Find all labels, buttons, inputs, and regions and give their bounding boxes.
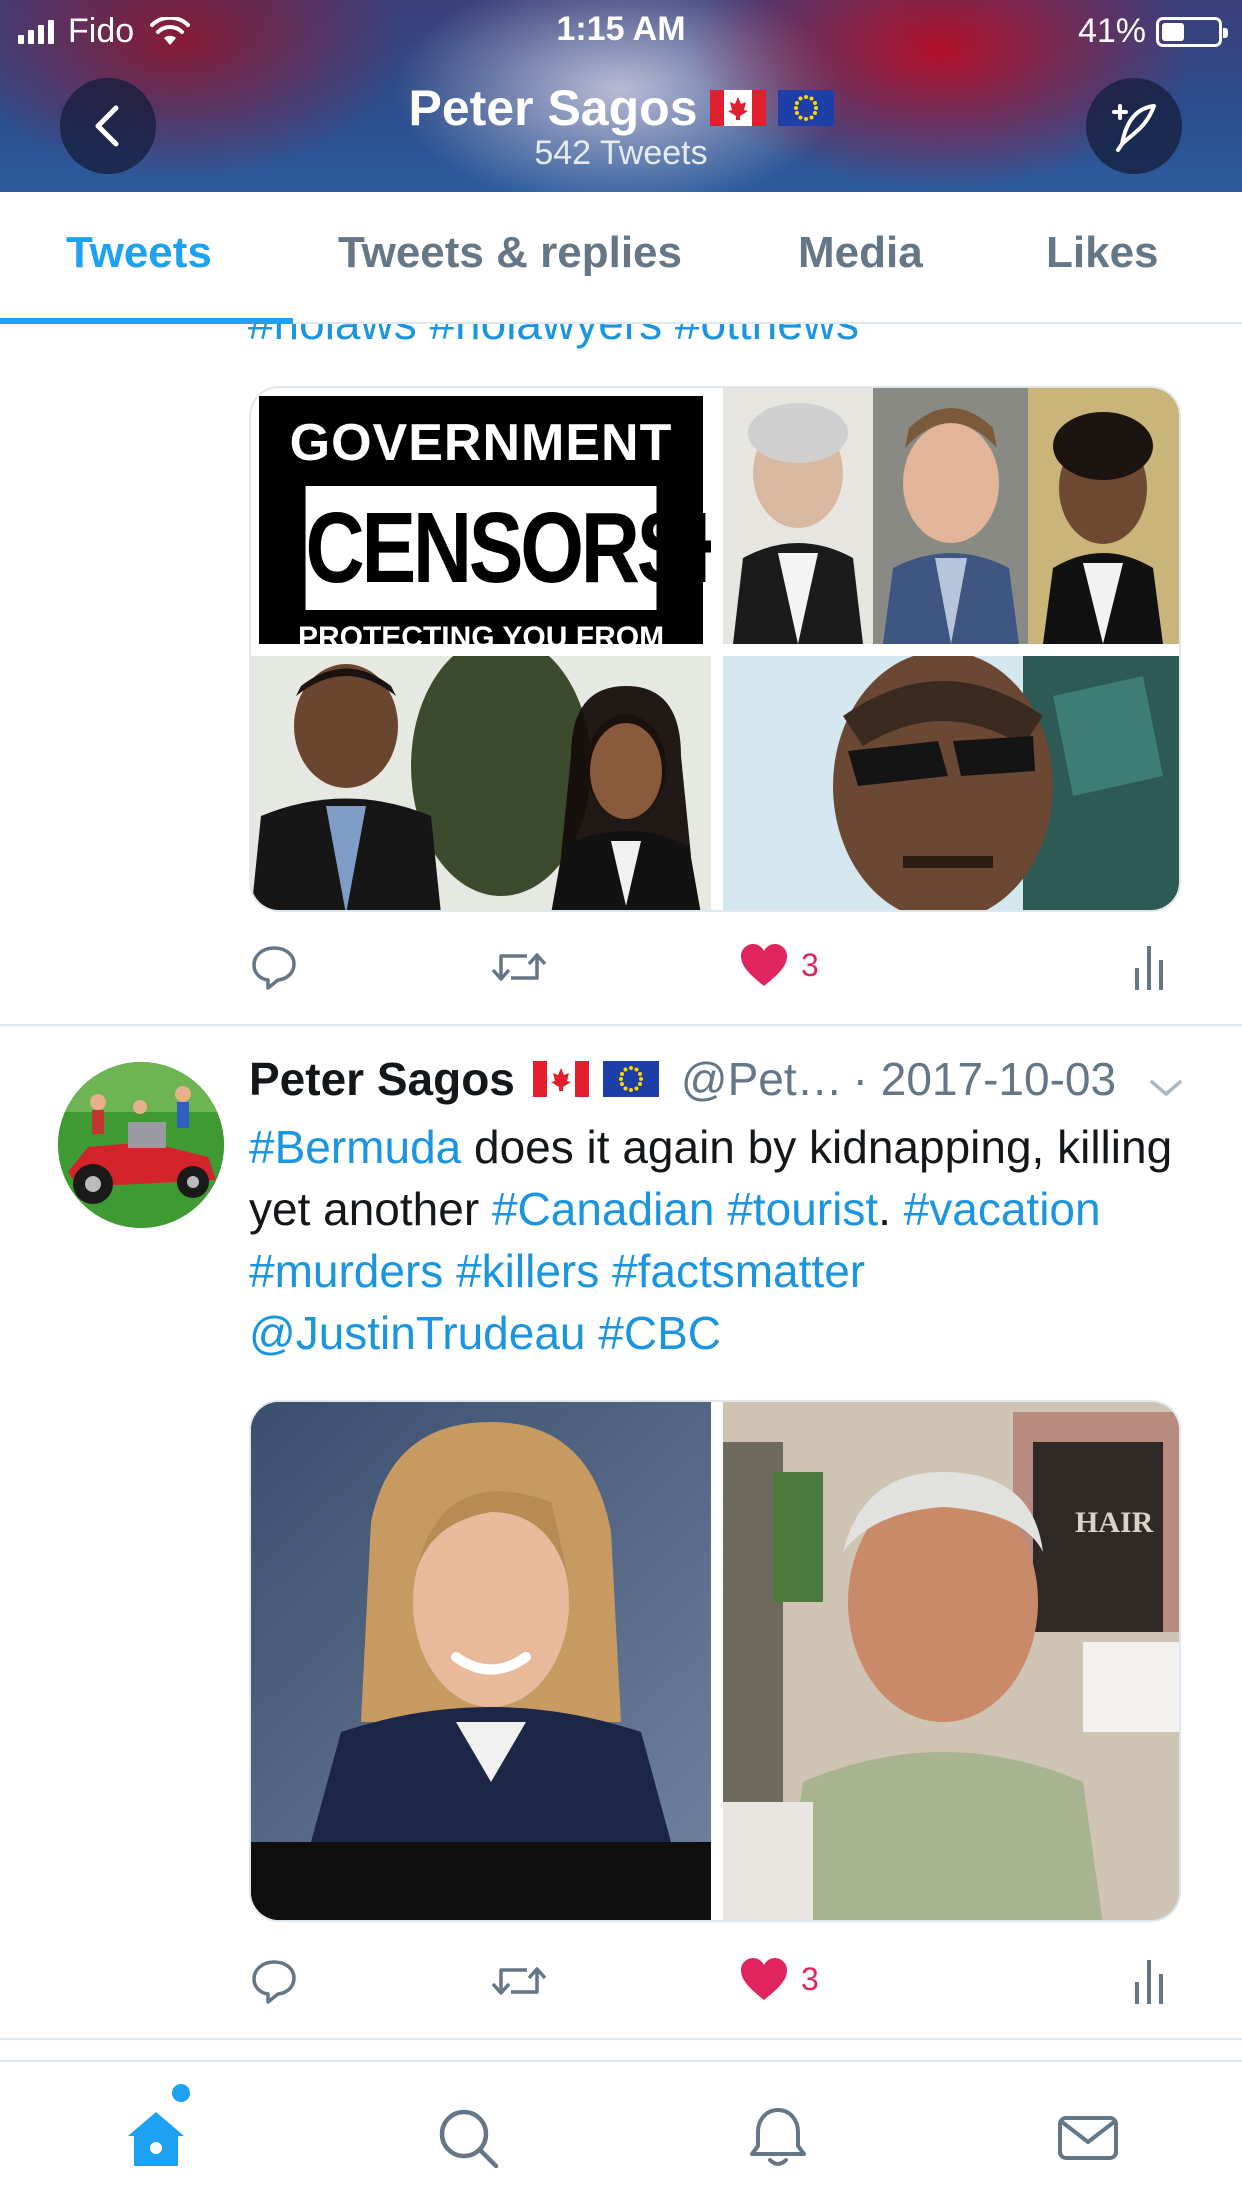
status-right: 41% — [1077, 12, 1228, 51]
nav-messages[interactable] — [1048, 2098, 1128, 2178]
tweet-divider — [0, 1024, 1242, 1026]
man-photo-illustration: HAIR — [723, 1402, 1179, 1920]
hashtag-link[interactable]: #murders — [249, 1245, 443, 1297]
tweet-text-segment: . — [878, 1183, 904, 1235]
battery-level-fill — [1162, 22, 1184, 41]
tweet1-analytics-button[interactable] — [1129, 942, 1169, 992]
tweet2-reply-button[interactable] — [249, 1956, 299, 2006]
tweet2-like-button[interactable]: 3 — [739, 1956, 819, 2002]
tweet1-reply-button[interactable] — [249, 942, 299, 992]
tweet2-like-count: 3 — [801, 1960, 819, 1997]
status-bar: Fido 1:15 AM 41% — [0, 0, 1242, 62]
analytics-bars-icon — [1135, 1960, 1163, 2004]
canada-flag-icon — [709, 89, 766, 126]
hashtag-link[interactable]: #tourist — [727, 1183, 878, 1235]
tab-media[interactable]: Media — [798, 228, 923, 278]
hashtag-link[interactable]: #Canadian — [492, 1183, 715, 1235]
poster-line-censorship: CENSORSHIP — [305, 486, 711, 610]
tweet-text-segment — [443, 1245, 456, 1297]
home-icon — [128, 2112, 184, 2166]
profile-name: Peter Sagos — [408, 80, 698, 136]
girl-portrait-illustration — [251, 1402, 711, 1920]
compose-tweet-button[interactable] — [1086, 78, 1182, 174]
hashtag-link[interactable]: #vacation — [904, 1183, 1101, 1235]
cut-off-hashtags[interactable]: #rlolaws #rlolawyers #ottnews — [248, 324, 859, 350]
heart-filled-icon — [741, 944, 787, 986]
canada-flag-icon — [532, 1061, 589, 1097]
bottom-navigation — [0, 2060, 1242, 2208]
sunglasses-photo-illustration — [723, 656, 1179, 910]
chevron-down-icon — [1150, 1080, 1182, 1096]
search-icon — [439, 2109, 499, 2169]
analytics-bars-icon — [1135, 946, 1163, 990]
hashtag-link[interactable]: #killers — [456, 1245, 599, 1297]
retweet-icon — [491, 953, 547, 981]
reply-icon — [252, 946, 296, 990]
battery-percent: 41% — [1077, 12, 1146, 50]
tab-tweets[interactable]: Tweets — [66, 228, 212, 278]
tweet2-avatar[interactable] — [58, 1062, 224, 1228]
tweet2-photo-man[interactable]: HAIR — [723, 1402, 1179, 1920]
tweet-text-segment — [586, 1307, 599, 1359]
lawyers-photo-illustration — [723, 388, 1179, 644]
messages-envelope-icon — [1058, 2116, 1118, 2160]
tweet-feed[interactable]: #rlolaws #rlolawyers #ottnews GOVERNMENT… — [0, 324, 1242, 2060]
status-time: 1:15 AM — [556, 10, 686, 48]
retweet-icon — [491, 1967, 547, 1995]
profile-header: Fido 1:15 AM 41% Peter Sagos 542 Tweets — [0, 0, 1242, 192]
tab-tweets-and-replies[interactable]: Tweets & replies — [338, 228, 682, 278]
hashtag-link[interactable]: #Bermuda — [249, 1121, 461, 1173]
tweet1-retweet-button[interactable] — [489, 942, 549, 992]
tweet1-photo-censorship[interactable]: GOVERNMENT CENSORSHIP PROTECTING YOU FRO… — [251, 388, 711, 644]
couple-photo-illustration — [251, 656, 711, 910]
compose-feather-icon — [1112, 104, 1156, 152]
tweet1-like-button[interactable]: 3 — [739, 942, 819, 988]
tweet2-media-grid[interactable]: HAIR — [249, 1400, 1181, 1922]
tweet1-like-count: 3 — [801, 946, 819, 983]
battery-icon — [1156, 16, 1228, 47]
notifications-bell-icon — [750, 2108, 806, 2166]
profile-title: Peter Sagos — [0, 78, 1242, 138]
shop-sign-text: HAIR — [1075, 1506, 1154, 1539]
tweet2-menu-caret[interactable] — [1148, 1076, 1184, 1105]
tweet2-retweet-button[interactable] — [489, 1956, 549, 2006]
reply-icon — [252, 1960, 296, 2004]
tweet2-actions: 3 — [249, 1956, 1169, 2016]
eu-flag-icon — [777, 89, 834, 126]
tweet-text-segment — [714, 1183, 727, 1235]
eu-flag-icon — [602, 1061, 659, 1097]
tweet1-media-grid[interactable]: GOVERNMENT CENSORSHIP PROTECTING YOU FRO… — [249, 386, 1181, 912]
tweet2-date[interactable]: · 2017-10-03 — [853, 1052, 1116, 1106]
tweet2-text: #Bermuda does it again by kidnapping, ki… — [249, 1116, 1189, 1364]
tweet1-photo-sunglasses[interactable] — [723, 656, 1179, 910]
hashtag-link[interactable]: #factsmatter — [612, 1245, 865, 1297]
nav-home[interactable] — [116, 2098, 196, 2178]
tweet2-header: Peter Sagos @Pet… · 2017-10-03 — [249, 1052, 1116, 1106]
tweet1-photo-lawyers[interactable] — [723, 388, 1179, 644]
tweet-divider — [0, 2038, 1242, 2040]
tweet1-actions: 3 — [249, 942, 1169, 1002]
tweet1-photo-couple[interactable] — [251, 656, 711, 910]
tweet2-author-name[interactable]: Peter Sagos — [249, 1052, 515, 1106]
heart-filled-icon — [741, 1958, 787, 2000]
tweet2-photo-girl[interactable] — [251, 1402, 711, 1920]
hashtag-link[interactable]: @JustinTrudeau — [249, 1307, 586, 1359]
nav-search[interactable] — [428, 2098, 508, 2178]
tab-likes[interactable]: Likes — [1046, 228, 1159, 278]
poster-line-government: GOVERNMENT — [267, 404, 695, 482]
tweet2-analytics-button[interactable] — [1129, 1956, 1169, 2006]
hashtag-link[interactable]: #CBC — [598, 1307, 721, 1359]
tweet-text-segment — [599, 1245, 612, 1297]
poster-frame: GOVERNMENT CENSORSHIP PROTECTING YOU FRO… — [259, 396, 711, 644]
poster-line-tagline: PROTECTING YOU FROM REALITY — [297, 621, 665, 644]
avatar-hotrod-illustration — [58, 1062, 224, 1228]
tweet2-handle[interactable]: @Pet… — [681, 1052, 843, 1106]
home-new-content-dot — [172, 2084, 190, 2102]
tweet-count: 542 Tweets — [534, 134, 708, 172]
nav-notifications[interactable] — [738, 2098, 818, 2178]
profile-tabs: Tweets Tweets & replies Media Likes — [0, 192, 1242, 324]
